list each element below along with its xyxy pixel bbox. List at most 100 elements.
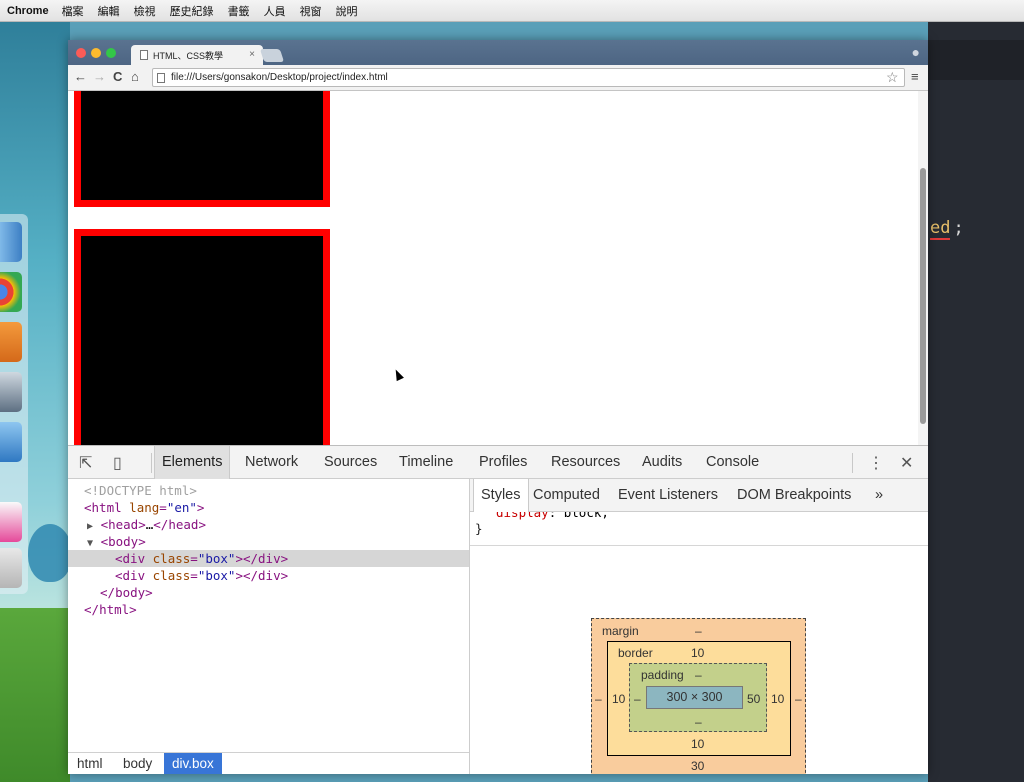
toolbar-divider — [151, 453, 152, 473]
new-tab-button[interactable] — [259, 49, 285, 62]
mouse-cursor — [392, 367, 404, 382]
tag-name: head — [108, 517, 139, 532]
collapse-triangle-icon[interactable]: ▼ — [87, 538, 93, 549]
menubar-item-edit[interactable]: 編輯 — [98, 3, 120, 19]
home-icon[interactable]: ⌂ — [131, 69, 139, 85]
breadcrumb-html[interactable]: html — [69, 753, 111, 774]
doctype-text: <!DOCTYPE html> — [84, 483, 197, 498]
padding-right-value: 50 — [747, 692, 761, 706]
close-devtools-icon[interactable]: ✕ — [900, 453, 913, 473]
profile-icon[interactable]: ● — [912, 44, 920, 60]
red-box-1 — [74, 91, 330, 207]
menubar-item-help[interactable]: 說明 — [336, 3, 358, 19]
menubar-item-bookmarks[interactable]: 書籤 — [228, 3, 250, 19]
tag-name: head — [168, 517, 199, 532]
dom-head[interactable]: ▶ <head>…</head> — [68, 516, 469, 533]
dom-html-close[interactable]: </html> — [68, 601, 469, 618]
attr-value: "box" — [197, 551, 236, 566]
keynote-icon[interactable] — [0, 422, 22, 462]
border-right-value: 10 — [771, 692, 785, 706]
tab-resources[interactable]: Resources — [544, 446, 627, 479]
tab-audits[interactable]: Audits — [635, 446, 689, 479]
inspect-element-icon[interactable]: ⇱ — [79, 453, 92, 473]
menubar-item-view[interactable]: 檢視 — [134, 3, 156, 19]
back-arrow-icon[interactable]: ← — [74, 69, 87, 85]
code-semicolon: ; — [953, 218, 964, 238]
dom-body-close[interactable]: </body> — [68, 584, 469, 601]
padding-bottom-value: – — [695, 715, 702, 729]
tab-styles[interactable]: Styles — [473, 479, 529, 512]
close-window-button[interactable] — [76, 48, 86, 58]
styles-tabbar: Styles Computed Event Listeners DOM Brea… — [470, 479, 928, 512]
breadcrumb-div-box[interactable]: div.box — [164, 753, 222, 774]
tab-network[interactable]: Network — [238, 446, 305, 479]
tab-timeline[interactable]: Timeline — [392, 446, 460, 479]
dom-tree[interactable]: <!DOCTYPE html> <html lang="en"> ▶ <head… — [68, 479, 469, 752]
attr-name: lang — [129, 500, 160, 515]
border-bottom-value: 10 — [691, 737, 705, 751]
minimize-window-button[interactable] — [91, 48, 101, 58]
menubar-item-window[interactable]: 視窗 — [300, 3, 322, 19]
tab-sources[interactable]: Sources — [317, 446, 384, 479]
finder-icon[interactable] — [0, 222, 22, 262]
page-scrollbar-thumb[interactable] — [920, 168, 926, 424]
expand-triangle-icon[interactable]: ▶ — [87, 521, 93, 532]
more-tabs-chevron-icon[interactable]: » — [868, 479, 890, 511]
more-options-icon[interactable]: ⋮ — [868, 453, 884, 473]
device-mode-icon[interactable]: ▯ — [113, 453, 122, 473]
photo-app-icon[interactable] — [0, 372, 22, 412]
dom-html-open[interactable]: <html lang="en"> — [68, 499, 469, 516]
tab-elements[interactable]: Elements — [154, 446, 231, 479]
tab-close-button[interactable]: × — [249, 49, 255, 60]
menubar-item-people[interactable]: 人員 — [264, 3, 286, 19]
margin-top-value: – — [695, 624, 702, 638]
css-rules-pane[interactable]: display: block; } — [470, 512, 928, 546]
tab-strip: HTML、CSS教學 × ● — [68, 40, 928, 65]
chrome-icon[interactable] — [0, 272, 22, 312]
chrome-window: HTML、CSS教學 × ● ← → C ⌂ file:///Users/gon… — [68, 40, 928, 774]
trash-icon[interactable] — [0, 548, 22, 588]
page-icon — [140, 50, 148, 60]
forward-arrow-icon[interactable]: → — [93, 69, 106, 85]
border-top-value: 10 — [691, 646, 705, 660]
dom-div-box-selected[interactable]: <div class="box"></div> — [68, 550, 469, 567]
dom-doctype[interactable]: <!DOCTYPE html> — [68, 482, 469, 499]
tab-profiles[interactable]: Profiles — [472, 446, 534, 479]
breadcrumb: html body div.box — [68, 752, 469, 774]
reload-icon[interactable]: C — [113, 69, 122, 85]
tag-name: body — [115, 585, 146, 600]
breadcrumb-body[interactable]: body — [115, 753, 160, 774]
menubar-item-file[interactable]: 檔案 — [62, 3, 84, 19]
menubar-item-history[interactable]: 歷史紀錄 — [170, 3, 214, 19]
css-declaration[interactable]: display: block; — [496, 512, 609, 520]
attr-value: "box" — [197, 568, 236, 583]
tab-computed[interactable]: Computed — [526, 479, 607, 511]
dock — [0, 214, 28, 594]
preview-icon[interactable] — [0, 502, 22, 542]
tag-name: div — [122, 568, 146, 583]
tag-name: html — [91, 500, 122, 515]
padding-label: padding — [641, 668, 684, 682]
hamburger-menu-icon[interactable]: ≡ — [911, 69, 919, 84]
border-label: border — [618, 646, 653, 660]
dom-div-box[interactable]: <div class="box"></div> — [68, 567, 469, 584]
zoom-window-button[interactable] — [106, 48, 116, 58]
menubar-app-name[interactable]: Chrome — [7, 5, 49, 17]
tab-event-listeners[interactable]: Event Listeners — [611, 479, 725, 511]
tab-console[interactable]: Console — [699, 446, 766, 479]
browser-tab[interactable]: HTML、CSS教學 × — [131, 45, 263, 65]
margin-label: margin — [602, 624, 639, 638]
mac-menubar: Chrome 檔案 編輯 檢視 歷史紀錄 書籤 人員 視窗 說明 — [0, 0, 1024, 22]
dom-body-open[interactable]: ▼ <body> — [68, 533, 469, 550]
padding-left-value: – — [634, 692, 641, 706]
devtools-panel: ⇱ ▯ Elements Network Sources Timeline Pr… — [68, 445, 928, 774]
css-rule-close: } — [475, 521, 483, 536]
css-value: block; — [563, 512, 609, 520]
address-bar[interactable]: file:///Users/gonsakon/Desktop/project/i… — [152, 68, 905, 87]
tag-name: div — [258, 568, 281, 583]
tab-dom-breakpoints[interactable]: DOM Breakpoints — [730, 479, 858, 511]
tag-name: body — [108, 534, 139, 549]
star-icon[interactable]: ☆ — [886, 69, 899, 86]
sublime-text-icon[interactable] — [0, 322, 22, 362]
page-viewport — [68, 91, 928, 445]
